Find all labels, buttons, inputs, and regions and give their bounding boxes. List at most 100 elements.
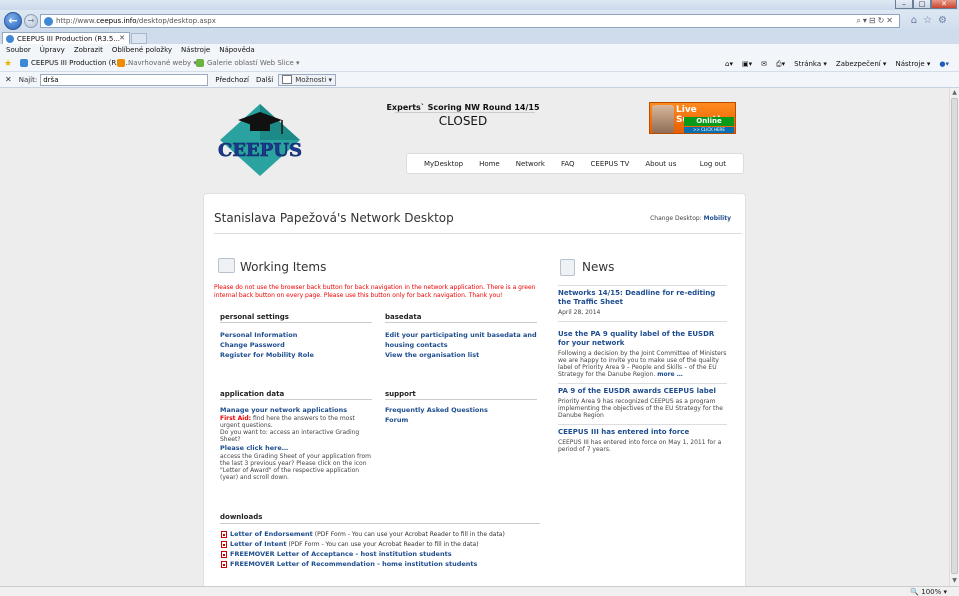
live-support-banner[interactable]: Live Support! Online >> CLICK HERE: [649, 102, 736, 134]
pdf-icon: [221, 540, 227, 548]
basedata-links: Edit your participating unit basedata an…: [385, 330, 537, 360]
favorite-suggested-sites[interactable]: Navrhované weby ▾: [117, 59, 197, 67]
vertical-scrollbar[interactable]: ▲ ▼: [949, 88, 959, 586]
favorite-web-slice[interactable]: Galerie oblastí Web Slice ▾: [196, 59, 300, 67]
freemover-recommendation-link[interactable]: FREEMOVER Letter of Recommendation - hom…: [230, 560, 477, 568]
register-mobility-role-link[interactable]: Register for Mobility Role: [220, 350, 372, 360]
menu-edit[interactable]: Úpravy: [40, 46, 65, 54]
tab-row: CEEPUS III Production (R3.5... ✕: [0, 32, 959, 44]
find-input[interactable]: [40, 73, 209, 86]
nav-mydesktop[interactable]: MyDesktop: [424, 160, 463, 168]
freemover-acceptance-link[interactable]: FREEMOVER Letter of Acceptance - host in…: [230, 550, 452, 558]
safety-menu[interactable]: Zabezpečení ▾: [836, 60, 887, 69]
highlight-icon: [282, 75, 293, 84]
find-bar: ✕ Najít: Předchozí Další Možnosti ▾: [0, 72, 959, 88]
nav-home[interactable]: Home: [479, 160, 500, 168]
grading-click-here-link[interactable]: Please click here…: [220, 443, 372, 453]
news-headline-link[interactable]: Networks 14/15: Deadline for re-editing …: [558, 289, 727, 307]
news-item: Networks 14/15: Deadline for re-editing …: [558, 286, 727, 322]
change-password-link[interactable]: Change Password: [220, 340, 372, 350]
home-favorites-settings-icons[interactable]: ⌂☆⚙: [911, 15, 953, 26]
scroll-up-icon[interactable]: ▲: [951, 89, 958, 97]
find-options-button[interactable]: Možnosti ▾: [278, 73, 337, 86]
menu-help[interactable]: Nápověda: [219, 46, 254, 54]
find-next-button[interactable]: Další: [256, 76, 273, 84]
menu-view[interactable]: Zobrazit: [74, 46, 103, 54]
window-titlebar: – □ ✕: [0, 0, 959, 10]
tools-menu[interactable]: Nástroje ▾: [895, 60, 930, 69]
close-find-icon[interactable]: ✕: [5, 75, 12, 84]
web-slice-icon: [196, 59, 204, 67]
application-data-links: Manage your network applications First A…: [220, 405, 372, 481]
page-menu[interactable]: Stránka ▾: [794, 60, 827, 69]
refresh-stop-icons[interactable]: ⌕▾⊟↻✕: [856, 16, 895, 26]
menu-bar: Soubor Úpravy Zobrazit Oblíbené položky …: [0, 44, 959, 56]
news-headline-link[interactable]: CEEPUS III has entered into force: [558, 428, 727, 437]
help-command-icon[interactable]: ●▾: [939, 60, 949, 69]
new-tab-button[interactable]: [131, 33, 147, 44]
support-links: Frequently Asked Questions Forum: [385, 405, 537, 425]
forward-button[interactable]: →: [24, 14, 38, 28]
manage-applications-link[interactable]: Manage your network applications: [220, 405, 372, 415]
pdf-icon: [221, 550, 227, 558]
svg-text:CEEPUS: CEEPUS: [218, 140, 302, 161]
change-desktop-mobility-link[interactable]: Mobility: [704, 215, 731, 222]
menu-favorites[interactable]: Oblíbené položky: [112, 46, 172, 54]
letter-of-intent-link[interactable]: Letter of Intent: [230, 540, 287, 548]
page-icon: [44, 16, 53, 26]
close-window-button[interactable]: ✕: [931, 0, 957, 9]
scroll-down-icon[interactable]: ▼: [951, 577, 958, 585]
zoom-level[interactable]: 🔍 100% ▾: [910, 588, 947, 596]
download-note: (PDF Form - You can use your Acrobat Rea…: [288, 540, 479, 548]
ie-page-icon: [20, 59, 28, 67]
address-field[interactable]: http://www.ceepus.info/desktop/desktop.a…: [40, 14, 900, 28]
feeds-command-icon[interactable]: ▣▾: [742, 60, 752, 69]
minimize-button[interactable]: –: [895, 0, 913, 9]
news-item: PA 9 of the EUSDR awards CEEPUS label Pr…: [558, 384, 727, 425]
maximize-button[interactable]: □: [913, 0, 931, 9]
edit-unit-basedata-link[interactable]: Edit your participating unit basedata an…: [385, 330, 537, 350]
find-previous-button[interactable]: Předchozí: [215, 76, 249, 84]
scroll-thumb[interactable]: [951, 98, 958, 574]
news-item: Use the PA 9 quality label of the EUSDR …: [558, 322, 727, 384]
application-data-head: application data: [220, 390, 372, 400]
menu-file[interactable]: Soubor: [6, 46, 31, 54]
status-bar: 🔍 100% ▾: [0, 586, 959, 596]
nav-about-us[interactable]: About us: [645, 160, 676, 168]
download-note: (PDF Form - You can use your Acrobat Rea…: [314, 530, 505, 538]
nav-ceepus-tv[interactable]: CEEPUS TV: [591, 160, 630, 168]
personal-information-link[interactable]: Personal Information: [220, 330, 372, 340]
pdf-icon: [221, 560, 227, 568]
mail-command-icon[interactable]: ✉: [761, 60, 767, 69]
page-viewport: CEEPUS Experts` Scoring NW Round 14/15 C…: [0, 88, 949, 586]
faq-link[interactable]: Frequently Asked Questions: [385, 405, 537, 415]
letter-of-endorsement-link[interactable]: Letter of Endorsement: [230, 530, 313, 538]
home-command-icon[interactable]: ⌂▾: [725, 60, 733, 69]
tab-close-icon[interactable]: ✕: [119, 34, 125, 42]
print-command-icon[interactable]: ⎙▾: [776, 60, 785, 69]
menu-tools[interactable]: Nástroje: [181, 46, 210, 54]
download-item: FREEMOVER Letter of Recommendation - hom…: [221, 559, 551, 569]
favorites-star-icon[interactable]: ★: [4, 59, 12, 69]
favorite-ceepus[interactable]: CEEPUS III Production (R3)...: [20, 59, 130, 67]
forum-link[interactable]: Forum: [385, 415, 537, 425]
organisation-list-link[interactable]: View the organisation list: [385, 350, 537, 360]
logout-link[interactable]: Log out: [700, 160, 726, 168]
pdf-icon: [221, 530, 227, 538]
news-headline-link[interactable]: PA 9 of the EUSDR awards CEEPUS label: [558, 387, 727, 396]
command-bar: ⌂▾ ▣▾ ✉ ⎙▾ Stránka ▾ Zabezpečení ▾ Nástr…: [716, 60, 949, 69]
nav-network[interactable]: Network: [516, 160, 545, 168]
panel-divider: [214, 233, 742, 234]
url-text: http://www.ceepus.info/desktop/desktop.a…: [56, 17, 216, 25]
first-aid-label[interactable]: First Aid:: [220, 415, 251, 422]
top-navigation: MyDesktop Home Network FAQ CEEPUS TV Abo…: [406, 153, 744, 174]
ceepus-logo[interactable]: CEEPUS: [212, 100, 308, 180]
personal-settings-head: personal settings: [220, 313, 372, 323]
news-headline-link[interactable]: Use the PA 9 quality label of the EUSDR …: [558, 330, 727, 348]
suggested-sites-icon: [117, 59, 125, 67]
back-button[interactable]: ←: [4, 12, 22, 30]
nav-faq[interactable]: FAQ: [561, 160, 575, 168]
downloads-list: Letter of Endorsement (PDF Form - You ca…: [221, 529, 551, 569]
news-more-link[interactable]: more …: [657, 371, 683, 378]
tab-ceepus[interactable]: CEEPUS III Production (R3.5... ✕: [2, 32, 130, 44]
